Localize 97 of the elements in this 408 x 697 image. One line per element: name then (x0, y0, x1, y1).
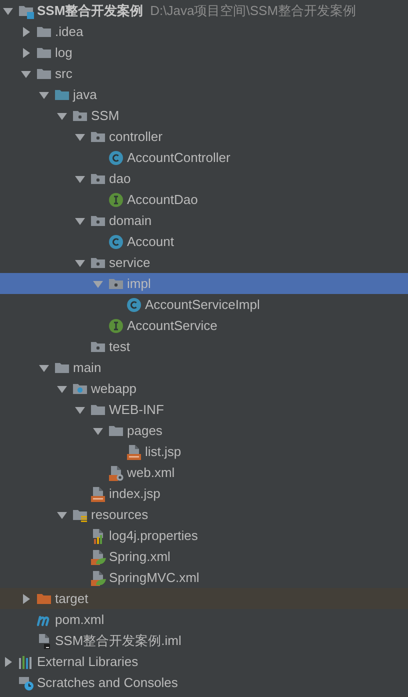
collapse-caret-icon[interactable] (21, 48, 31, 58)
spring-xml-file-icon (90, 570, 106, 586)
tree-row[interactable]: Spring.xml (0, 546, 408, 567)
node-label: main (73, 360, 102, 375)
interface-icon (108, 318, 124, 334)
tree-row[interactable]: SSM (0, 105, 408, 126)
tree-row[interactable]: .idea (0, 21, 408, 42)
expand-caret-icon[interactable] (75, 174, 85, 184)
expand-caret-icon[interactable] (57, 110, 67, 120)
node-label: src (55, 66, 72, 81)
tree-row[interactable]: service (0, 252, 408, 273)
tree-row[interactable]: AccountController (0, 147, 408, 168)
libraries-icon (18, 654, 34, 670)
tree-row[interactable]: Account (0, 231, 408, 252)
tree-row[interactable]: External Libraries (0, 651, 408, 672)
node-label: index.jsp (109, 486, 160, 501)
tree-row[interactable]: AccountDao (0, 189, 408, 210)
node-label: pages (127, 423, 162, 438)
expand-caret-icon[interactable] (93, 426, 103, 436)
expand-caret-icon[interactable] (75, 258, 85, 268)
tree-row[interactable]: SSM整合开发案例.iml (0, 630, 408, 651)
tree-row[interactable]: controller (0, 126, 408, 147)
node-label: External Libraries (37, 654, 138, 669)
node-label: resources (91, 507, 148, 522)
expand-caret-icon[interactable] (57, 384, 67, 394)
expand-caret-icon[interactable] (75, 216, 85, 226)
tree-row[interactable]: test (0, 336, 408, 357)
collapse-caret-icon[interactable] (21, 26, 31, 36)
node-label: test (109, 339, 130, 354)
node-label: dao (109, 171, 131, 186)
interface-icon (108, 192, 124, 208)
spring-xml-file-icon (90, 548, 106, 564)
project-path: D:\Java项目空间\SSM整合开发案例 (150, 2, 356, 20)
class-icon (108, 150, 124, 166)
collapse-caret-icon[interactable] (21, 594, 31, 604)
node-label: Scratches and Consoles (37, 675, 178, 690)
node-label: list.jsp (145, 444, 182, 459)
tree-row[interactable]: target (0, 588, 408, 609)
node-label: pom.xml (55, 612, 104, 627)
node-label: java (73, 87, 97, 102)
node-label: AccountDao (127, 192, 198, 207)
tree-row[interactable]: pages (0, 420, 408, 441)
tree-row[interactable]: resources (0, 504, 408, 525)
xml-file-icon (108, 464, 124, 480)
node-label: SSM整合开发案例.iml (55, 632, 182, 650)
scratches-icon (18, 674, 34, 690)
node-label: log (55, 45, 72, 60)
node-label: AccountController (127, 150, 230, 165)
module-file-icon (36, 632, 52, 648)
node-label: service (109, 255, 150, 270)
node-label: WEB-INF (109, 402, 164, 417)
node-label: web.xml (127, 465, 175, 480)
properties-file-icon (90, 528, 106, 544)
node-label: SSM (91, 108, 120, 123)
node-label: webapp (91, 381, 137, 396)
tree-row[interactable]: Scratches and Consoles (0, 672, 408, 693)
class-icon (126, 296, 142, 312)
node-label: SpringMVC.xml (109, 570, 200, 585)
tree-row[interactable]: index.jsp (0, 483, 408, 504)
tree-row[interactable]: src (0, 63, 408, 84)
expand-caret-icon[interactable] (21, 68, 31, 78)
node-label: AccountServiceImpl (145, 297, 260, 312)
tree-row[interactable]: AccountService (0, 315, 408, 336)
expand-caret-icon[interactable] (3, 6, 13, 16)
node-label: domain (109, 213, 152, 228)
node-label: AccountService (127, 318, 218, 333)
expand-caret-icon[interactable] (39, 90, 49, 100)
tree-row[interactable]: log4j.properties (0, 525, 408, 546)
node-label: impl (127, 276, 151, 291)
expand-caret-icon[interactable] (75, 404, 85, 414)
tree-row[interactable]: webapp (0, 378, 408, 399)
node-label: SSM整合开发案例 (37, 2, 144, 20)
tree-row[interactable]: SSM整合开发案例 D:\Java项目空间\SSM整合开发案例 (0, 0, 408, 21)
node-label: Account (127, 234, 174, 249)
tree-row[interactable]: java (0, 84, 408, 105)
tree-row[interactable]: domain (0, 210, 408, 231)
tree-row[interactable]: SpringMVC.xml (0, 567, 408, 588)
jsp-file-icon (90, 486, 106, 502)
tree-row[interactable]: log (0, 42, 408, 63)
tree-row[interactable]: web.xml (0, 462, 408, 483)
node-label: .idea (55, 24, 84, 39)
expand-caret-icon[interactable] (57, 510, 67, 520)
node-label: controller (109, 129, 162, 144)
collapse-caret-icon[interactable] (3, 656, 13, 666)
tree-row[interactable]: list.jsp (0, 441, 408, 462)
jsp-file-icon (126, 444, 142, 460)
node-label: target (55, 591, 88, 606)
tree-row[interactable]: main (0, 357, 408, 378)
tree-row[interactable]: WEB-INF (0, 399, 408, 420)
expand-caret-icon[interactable] (75, 132, 85, 142)
expand-caret-icon[interactable] (39, 362, 49, 372)
node-label: log4j.properties (109, 528, 198, 543)
tree-row[interactable]: pom.xml (0, 609, 408, 630)
class-icon (108, 234, 124, 250)
tree-row[interactable]: dao (0, 168, 408, 189)
node-label: Spring.xml (109, 549, 170, 564)
tree-row[interactable]: AccountServiceImpl (0, 294, 408, 315)
